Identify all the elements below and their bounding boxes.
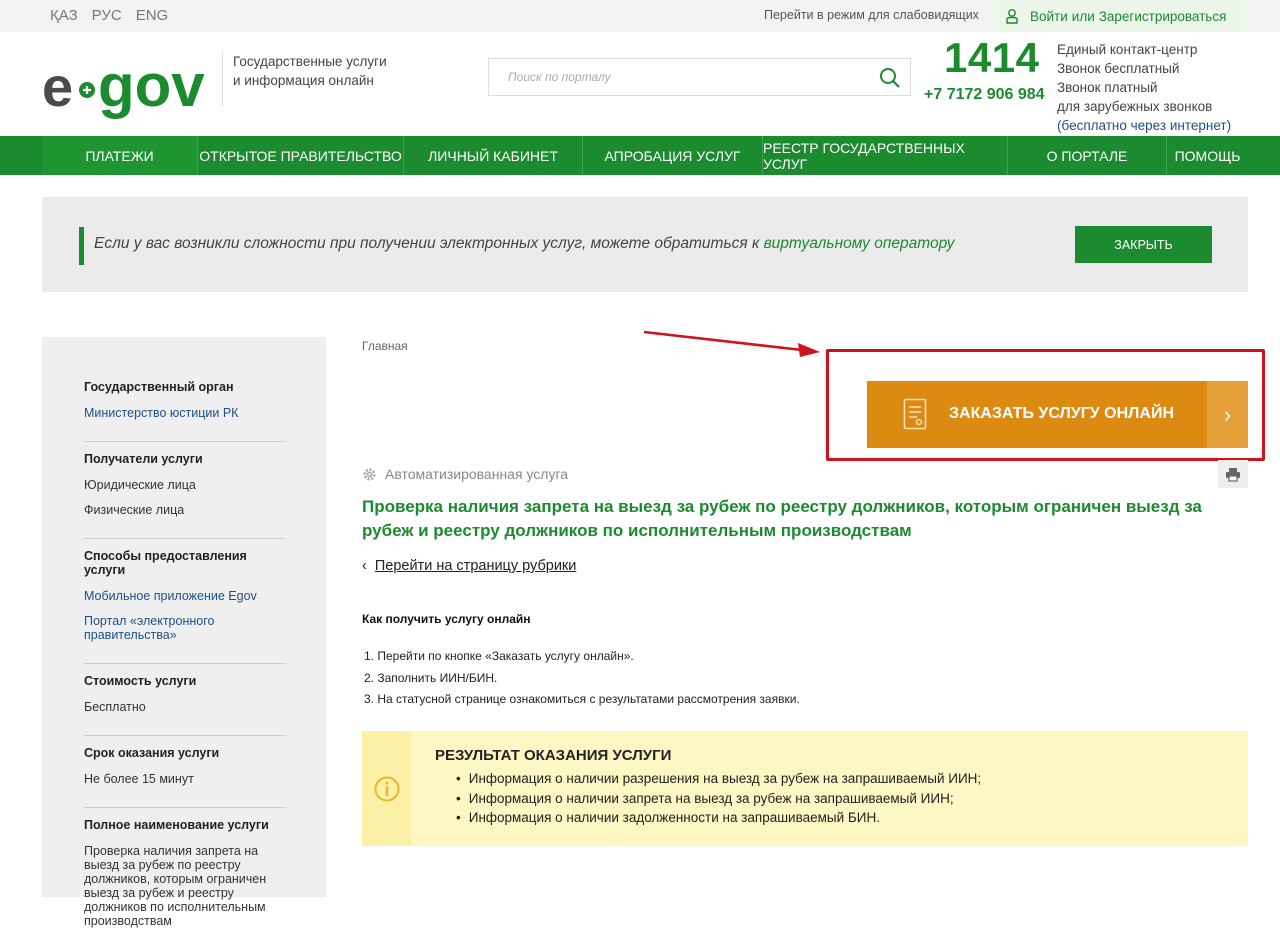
language-switcher: ҚАЗ РУС ENG — [50, 7, 168, 24]
methods-title: Способы предоставления услуги — [84, 549, 247, 577]
search-input[interactable] — [489, 59, 859, 95]
search-box — [488, 58, 911, 96]
nav-help[interactable]: ПОМОЩЬ — [1167, 136, 1248, 175]
how-to-title: Как получить услугу онлайн — [362, 612, 531, 626]
egov-logo[interactable]: e gov — [42, 48, 216, 124]
login-area: Войти или Зарегистрироваться — [994, 0, 1246, 32]
term-value: Не более 15 минут — [84, 772, 194, 786]
nav-service-registry[interactable]: РЕЕСТР ГОСУДАРСТВЕННЫХ УСЛУГ — [763, 136, 1008, 175]
sidebar-term-group: Срок оказания услуги Не более 15 минут — [84, 746, 285, 808]
steps-list: 1. Перейти по кнопке «Заказать услугу он… — [364, 646, 800, 711]
login-or: или — [1071, 8, 1095, 24]
close-notice-button[interactable]: ЗАКРЫТЬ — [1075, 226, 1212, 263]
order-service-button[interactable]: ЗАКАЗАТЬ УСЛУГУ ОНЛАЙН › — [867, 381, 1248, 448]
notice-message: Если у вас возникли сложности при получе… — [94, 235, 764, 252]
recipients-title: Получатели услуги — [84, 452, 203, 466]
result-title: РЕЗУЛЬТАТ ОКАЗАНИЯ УСЛУГИ — [435, 747, 672, 764]
tagline-line1: Государственные услуги — [233, 54, 387, 69]
nav-service-testing[interactable]: АПРОБАЦИЯ УСЛУГ — [583, 136, 763, 175]
org-title: Государственный орган — [84, 380, 234, 394]
svg-text:gov: gov — [98, 52, 205, 119]
service-title: Проверка наличия запрета на выезд за руб… — [362, 497, 1202, 540]
tagline-line2: и информация онлайн — [233, 73, 374, 88]
nav-payments[interactable]: ПЛАТЕЖИ — [42, 136, 198, 175]
sidebar-fullname-group: Полное наименование услуги Проверка нали… — [84, 818, 285, 949]
register-link[interactable]: Зарегистрироваться — [1099, 9, 1227, 24]
recipient-individual: Физические лица — [84, 503, 185, 517]
fullname-value: Проверка наличия запрета на выезд за руб… — [84, 844, 267, 928]
long-phone[interactable]: +7 7172 906 984 — [924, 86, 1045, 104]
free-call-label: Звонок бесплатный — [1057, 61, 1180, 76]
top-bar: ҚАЗ РУС ENG Перейти в режим для слабовид… — [0, 0, 1280, 32]
sidebar-org-group: Государственный орган Министерство юстиц… — [84, 380, 285, 442]
chevron-left-icon: ‹ — [362, 558, 367, 574]
virtual-operator-link[interactable]: виртуальному оператору — [764, 235, 955, 252]
login-link[interactable]: Войти — [1030, 9, 1068, 24]
notice-text: Если у вас возникли сложности при получе… — [94, 235, 954, 253]
automated-text: Автоматизированная услуга — [385, 466, 569, 482]
notice-accent-bar — [79, 227, 84, 265]
term-title: Срок оказания услуги — [84, 746, 220, 760]
step-item: 1. Перейти по кнопке «Заказать услугу он… — [364, 649, 634, 663]
svg-text:e: e — [42, 55, 73, 118]
back-to-rubric-label: Перейти на страницу рубрики — [374, 558, 577, 574]
lang-kaz[interactable]: ҚАЗ — [50, 7, 78, 24]
lang-eng[interactable]: ENG — [136, 7, 169, 24]
back-to-rubric-link[interactable]: ‹ Перейти на страницу рубрики — [362, 558, 576, 574]
fullname-title: Полное наименование услуги — [84, 818, 269, 832]
gear-icon — [363, 467, 376, 481]
virtual-operator-notice: Если у вас возникли сложности при получе… — [42, 197, 1248, 292]
sidebar-cost-group: Стоимость услуги Бесплатно — [84, 674, 285, 736]
user-icon — [1006, 8, 1018, 24]
sidebar-recipients-group: Получатели услуги Юридические лица Физич… — [84, 452, 285, 539]
paid-call-label: Звонок платный — [1057, 80, 1158, 95]
cost-title: Стоимость услуги — [84, 674, 197, 688]
search-icon[interactable] — [879, 67, 901, 89]
short-phone[interactable]: 1414 — [944, 34, 1039, 82]
annotation-arrow — [643, 330, 820, 357]
order-service-label: ЗАКАЗАТЬ УСЛУГУ ОНЛАЙН — [949, 405, 1174, 422]
info-icon — [374, 776, 399, 801]
automated-service-label: Автоматизированная услуга — [362, 466, 568, 482]
result-item: Информация о наличии разрешения на выезд… — [469, 769, 981, 789]
low-vision-link[interactable]: Перейти в режим для слабовидящих — [764, 8, 979, 22]
nav-open-government[interactable]: ОТКРЫТОЕ ПРАВИТЕЛЬСТВО — [198, 136, 404, 175]
breadcrumb[interactable]: Главная — [362, 339, 408, 353]
result-item: Информация о наличии запрета на выезд за… — [469, 789, 981, 809]
tagline: Государственные услуги и информация онла… — [222, 52, 387, 106]
result-item: Информация о наличии задолженности на за… — [469, 808, 981, 828]
lang-rus[interactable]: РУС — [92, 7, 122, 24]
method-mobile-app[interactable]: Мобильное приложение Egov — [84, 589, 285, 603]
contact-center-label: Единый контакт-центр — [1057, 42, 1198, 57]
chevron-right-icon: › — [1207, 381, 1248, 448]
step-item: 3. На статусной странице ознакомиться с … — [364, 692, 800, 706]
cost-value: Бесплатно — [84, 700, 146, 714]
printer-icon — [1226, 467, 1240, 482]
main-nav: ПЛАТЕЖИ ОТКРЫТОЕ ПРАВИТЕЛЬСТВО ЛИЧНЫЙ КА… — [0, 136, 1280, 175]
print-button[interactable] — [1218, 460, 1248, 488]
header: e gov Государственные услуги и информаци… — [0, 32, 1280, 136]
document-icon — [903, 398, 927, 430]
nav-about[interactable]: О ПОРТАЛЕ — [1008, 136, 1167, 175]
foreign-calls-label: для зарубежных звонков — [1057, 99, 1213, 114]
result-list: Информация о наличии разрешения на выезд… — [469, 769, 981, 828]
free-internet-link[interactable]: (бесплатно через интернет) — [1057, 116, 1231, 135]
service-result-box: РЕЗУЛЬТАТ ОКАЗАНИЯ УСЛУГИ Информация о н… — [362, 731, 1248, 846]
step-item: 2. Заполнить ИИН/БИН. — [364, 670, 498, 685]
contact-info: Единый контакт-центр Звонок бесплатный З… — [1057, 40, 1231, 135]
service-info-sidebar: Государственный орган Министерство юстиц… — [42, 337, 326, 928]
method-portal[interactable]: Портал «электронного правительства» — [84, 614, 285, 642]
info-icon-column — [362, 731, 411, 846]
recipient-legal: Юридические лица — [84, 478, 196, 492]
sidebar-methods-group: Способы предоставления услуги Мобильное … — [84, 549, 285, 664]
org-link[interactable]: Министерство юстиции РК — [84, 406, 285, 420]
nav-personal-account[interactable]: ЛИЧНЫЙ КАБИНЕТ — [404, 136, 583, 175]
